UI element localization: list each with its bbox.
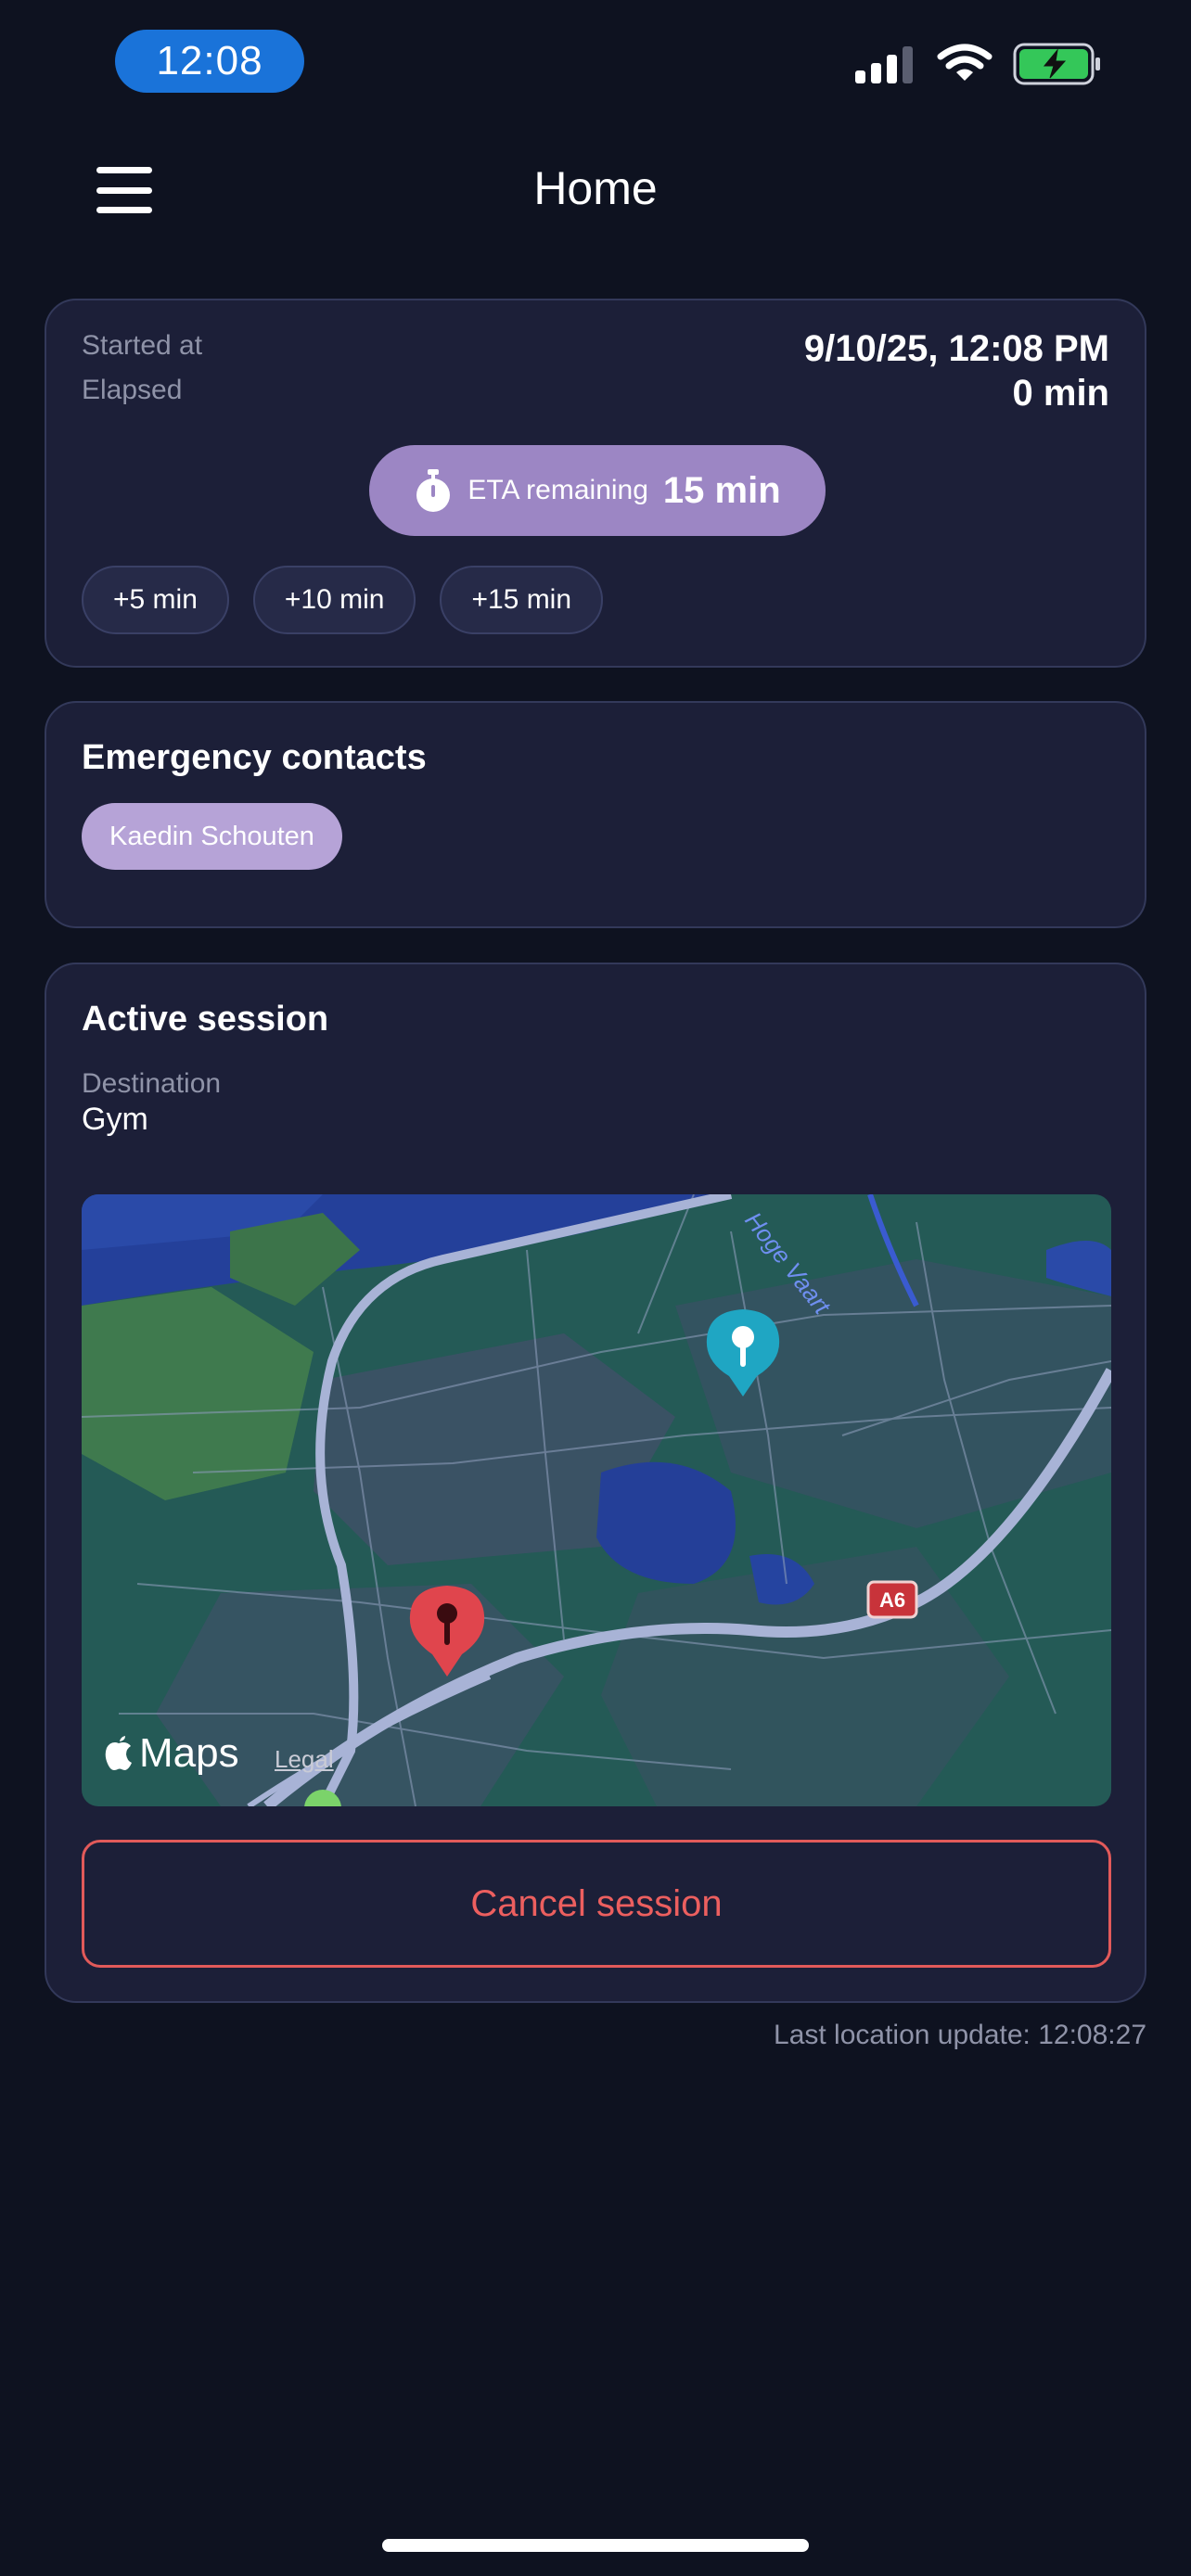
add-5-min-button[interactable]: +5 min — [82, 566, 229, 634]
started-at-value: 9/10/25, 12:08 PM — [803, 328, 1109, 369]
elapsed-value: 0 min — [1012, 373, 1109, 414]
elapsed-label: Elapsed — [82, 375, 183, 405]
status-bar: 12:08 — [0, 0, 1191, 121]
eta-label: ETA remaining — [467, 475, 648, 505]
destination-value: Gym — [82, 1102, 148, 1137]
status-time: 12:08 — [115, 30, 304, 93]
emergency-contacts-title: Emergency contacts — [82, 738, 427, 777]
home-indicator[interactable] — [382, 2539, 809, 2552]
add-15-min-button[interactable]: +15 min — [440, 566, 604, 634]
wifi-icon — [937, 44, 992, 81]
eta-value: 15 min — [662, 469, 781, 511]
eta-remaining-badge: ETA remaining 15 min — [369, 445, 826, 536]
stopwatch-icon — [416, 469, 451, 512]
page-title: Home — [533, 162, 658, 214]
add-10-min-button[interactable]: +10 min — [252, 566, 416, 634]
battery-charging-icon — [1013, 43, 1100, 85]
map-canvas[interactable]: Hoge Vaart A6 — [82, 1194, 1111, 1806]
apple-maps-logo: Maps — [104, 1730, 239, 1777]
cancel-session-button[interactable]: Cancel session — [82, 1840, 1111, 1968]
destination-label: Destination — [82, 1068, 222, 1099]
timing-card: Started at Elapsed 9/10/25, 12:08 PM 0 m… — [45, 299, 1146, 668]
emergency-contacts-card: Emergency contacts Kaedin Schouten — [45, 701, 1146, 928]
maps-brand-label: Maps — [139, 1730, 239, 1776]
highway-shield-a6: A6 — [866, 1580, 918, 1619]
contact-chip[interactable]: Kaedin Schouten — [82, 803, 342, 870]
signal-icon — [855, 46, 913, 83]
map-view[interactable]: Hoge Vaart A6 Maps Legal — [82, 1194, 1111, 1806]
eta-adjust-buttons: +5 min +10 min +15 min — [82, 566, 604, 634]
status-icons — [853, 43, 1102, 85]
apple-logo-icon — [105, 1736, 132, 1770]
svg-text:A6: A6 — [879, 1588, 905, 1612]
last-location-update: Last location update: 12:08:27 — [774, 2020, 1146, 2050]
active-session-card: Active session Destination Gym Hoge Vaar… — [45, 963, 1146, 2003]
map-legal-link[interactable]: Legal — [275, 1745, 334, 1774]
active-session-title: Active session — [82, 1000, 329, 1039]
home-screen: 12:08 Home Started at Elapsed 9/10/25, 1… — [0, 0, 1191, 2576]
started-at-label: Started at — [82, 330, 203, 361]
